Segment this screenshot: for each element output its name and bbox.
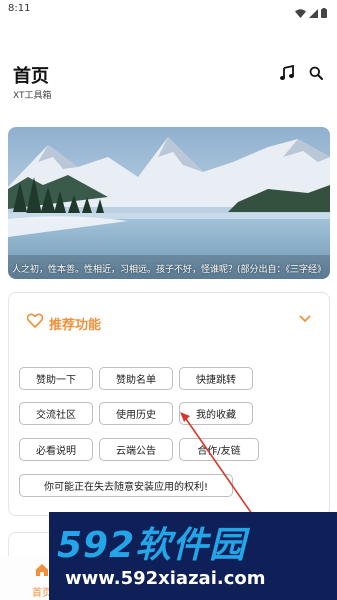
status-time: 8:11 [8,3,31,14]
chip-quick-jump[interactable]: 快捷跳转 [179,367,253,390]
chip-cloud-notice[interactable]: 云端公告 [99,438,173,461]
app-header: 首页 XT工具箱 [0,56,337,106]
wifi-icon [295,3,306,22]
banner-image [8,127,330,279]
page-subtitle: XT工具箱 [13,91,52,101]
signal-icon [309,3,318,22]
home-icon [36,564,48,576]
chip-sponsor-list[interactable]: 赞助名单 [99,367,173,390]
page-title: 首页 [13,66,49,87]
banner-caption: 人之初，性本善。性相近，习相远。孩子不好，怪谁呢？(部分出自：《三字经》 [12,265,326,275]
banner-carousel[interactable]: 人之初，性本善。性相近，习相远。孩子不好，怪谁呢？(部分出自：《三字经》 [8,127,330,279]
chevron-down-icon [299,315,311,323]
annotation-arrow [180,412,253,515]
heart-icon [27,313,43,328]
recommend-card-header[interactable]: 推荐功能 [9,293,329,353]
music-button[interactable] [276,62,298,84]
watermark-url: www.592xiazai.com [65,568,266,589]
music-note-icon [280,65,294,80]
status-bar: 8:11 [0,0,337,20]
watermark-brand: 592软件园 [57,525,247,566]
search-button[interactable] [305,62,327,84]
battery-icon [321,3,327,22]
chip-must-read[interactable]: 必看说明 [19,438,93,461]
status-icons [295,3,327,22]
chip-community[interactable]: 交流社区 [19,402,93,425]
watermark: 592软件园 www.592xiazai.com [49,512,337,600]
chip-sponsor[interactable]: 赞助一下 [19,367,93,390]
recommend-card-title: 推荐功能 [49,318,102,333]
search-icon [309,66,323,80]
chip-history[interactable]: 使用历史 [99,402,173,425]
